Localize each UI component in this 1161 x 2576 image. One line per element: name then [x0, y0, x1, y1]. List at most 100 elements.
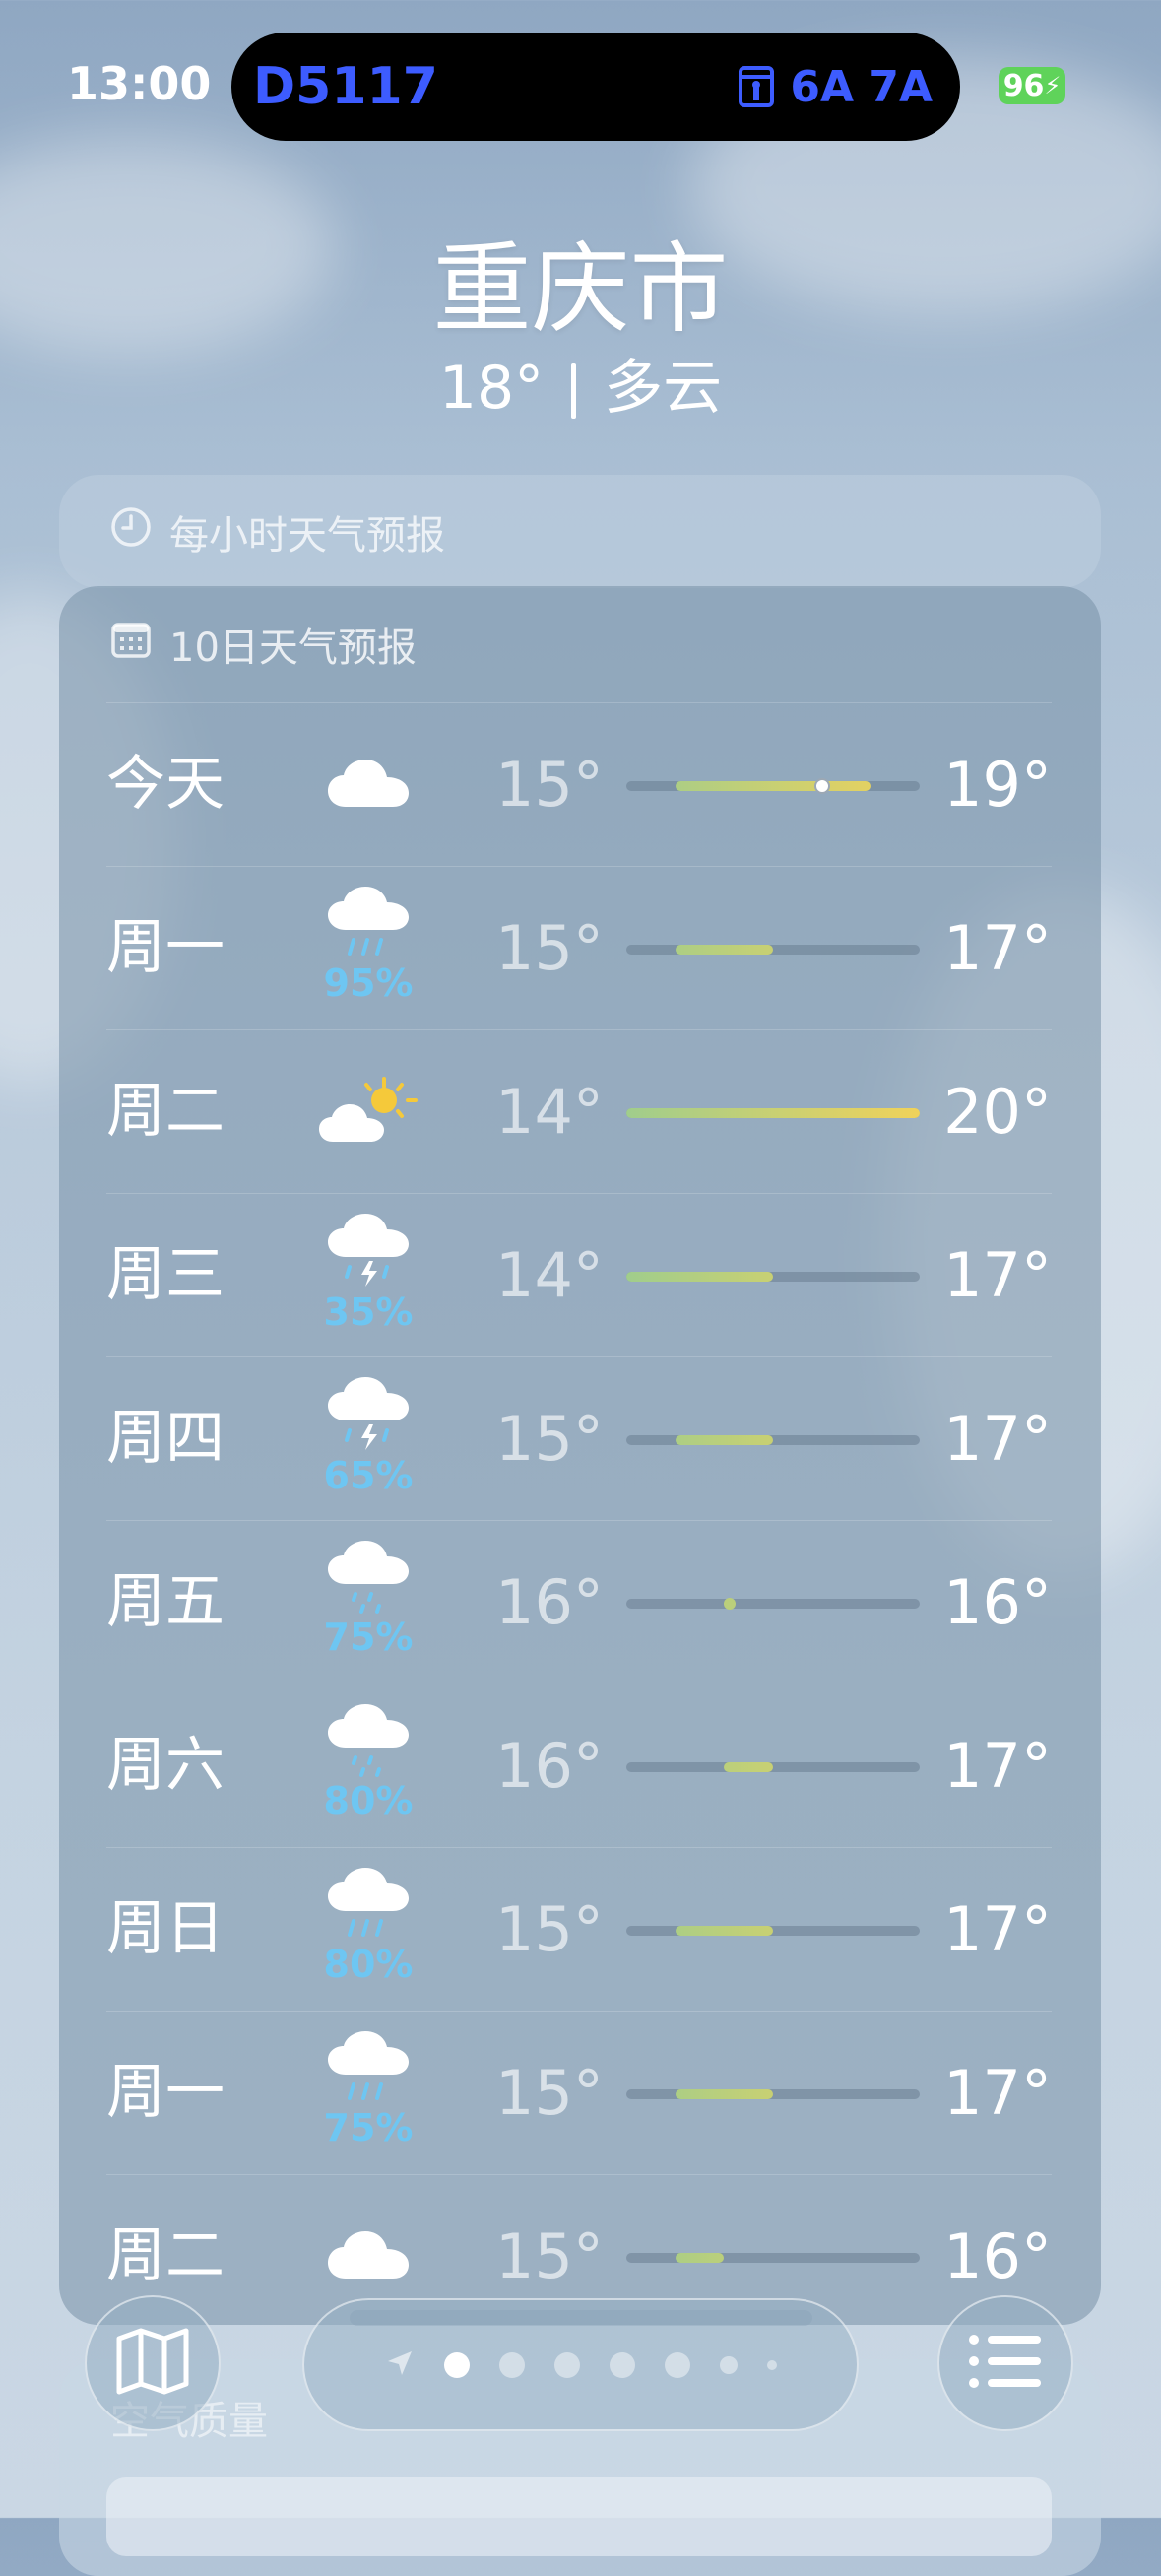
hourly-forecast-card[interactable]: 每小时天气预报: [59, 475, 1101, 588]
forecast-row[interactable]: 周五 75% 16° 16°: [106, 1520, 1052, 1684]
forecast-row[interactable]: 周四 65% 15° 17°: [106, 1356, 1052, 1520]
temp-range-fill: [675, 1435, 773, 1445]
low-temp: 15°: [495, 1403, 604, 1475]
forecast-row[interactable]: 周日 80% 15° 17°: [106, 1847, 1052, 2011]
temp-range-fill: [626, 1108, 920, 1118]
forecast-row[interactable]: 周一 75% 15° 17°: [106, 2011, 1052, 2174]
rain-icon: [326, 2029, 411, 2110]
forecast-row[interactable]: 周六 80% 16° 17°: [106, 1684, 1052, 1847]
precip-probability: 35%: [323, 1290, 414, 1334]
ten-day-label: 10日天气预报: [169, 626, 417, 671]
temp-range-fill: [675, 2089, 773, 2099]
high-temp: 17°: [943, 1403, 1052, 1475]
cloud-icon: [326, 756, 411, 815]
cloud-icon: [326, 2227, 411, 2286]
temp-range-bar: [626, 1598, 920, 1610]
clock-icon: [110, 506, 152, 558]
forecast-row[interactable]: 今天 15° 19°: [106, 702, 1052, 866]
precip-probability: 75%: [323, 2106, 414, 2149]
forecast-day: 周一: [106, 2058, 225, 2127]
high-temp: 20°: [943, 1076, 1052, 1148]
page-dot-2[interactable]: [498, 2351, 525, 2378]
temp-range-bar: [626, 778, 920, 794]
low-temp: 15°: [495, 2057, 604, 2129]
precip-probability: 80%: [323, 1779, 414, 1822]
precip-probability: 75%: [323, 1616, 414, 1659]
low-temp: 14°: [495, 1239, 604, 1311]
thunderstorm-icon: [326, 1375, 411, 1458]
temp-range-bar: [626, 2089, 920, 2099]
ten-day-forecast-card[interactable]: 10日天气预报 今天 15° 19° 周一 95% 15° 17° 周二 14° 20° 周三 35%…: [59, 586, 1101, 2325]
temp-range-fill: [675, 781, 871, 791]
low-temp: 16°: [495, 1730, 604, 1802]
high-temp: 17°: [943, 912, 1052, 984]
precip-probability: 95%: [323, 961, 414, 1005]
forecast-row[interactable]: 周三 35% 14° 17°: [106, 1193, 1052, 1356]
forecast-day: 周三: [106, 1240, 225, 1309]
battery-indicator: 96 ⚡: [999, 67, 1065, 104]
page-dot-3[interactable]: [553, 2351, 580, 2378]
city-name: 重庆市: [432, 231, 729, 347]
low-temp: 15°: [495, 912, 604, 984]
page-dot-6[interactable]: [719, 2355, 738, 2374]
forecast-row[interactable]: 周一 95% 15° 17°: [106, 866, 1052, 1029]
temp-range-fill: [626, 1272, 773, 1282]
partly-sunny-icon: [319, 1075, 418, 1150]
map-button[interactable]: [85, 2295, 221, 2431]
high-temp: 17°: [943, 1893, 1052, 1965]
temp-range-fill: [724, 1598, 737, 1610]
island-gate: 6A 7A: [790, 61, 933, 112]
temp-range-bar: [626, 1272, 920, 1282]
temp-range-bar: [626, 1762, 920, 1772]
current-temp-marker: [813, 778, 830, 794]
air-quality-map: [106, 2477, 1052, 2556]
temp-range-fill: [675, 2253, 725, 2263]
location-arrow-icon[interactable]: [385, 2348, 415, 2382]
temp-range-fill: [675, 1926, 773, 1936]
precip-probability: 80%: [323, 1943, 414, 1986]
map-icon: [115, 2327, 190, 2400]
forecast-day: 周五: [106, 1567, 225, 1636]
temp-range-fill: [675, 945, 773, 955]
page-dot-4[interactable]: [609, 2351, 635, 2378]
city-list-button[interactable]: [937, 2295, 1073, 2431]
low-temp: 16°: [495, 1566, 604, 1638]
status-time: 13:00: [67, 57, 212, 110]
temp-range-fill: [724, 1762, 773, 1772]
drizzle-icon: [326, 1702, 411, 1783]
temp-range-bar: [626, 1926, 920, 1936]
dynamic-island[interactable]: D5117 6A 7A: [231, 33, 960, 141]
high-temp: 19°: [943, 749, 1052, 821]
low-temp: 15°: [495, 749, 604, 821]
temp-range-bar: [626, 2253, 920, 2263]
forecast-day: 周六: [106, 1731, 225, 1800]
temp-range-bar: [626, 1108, 920, 1118]
forecast-row[interactable]: 周二 14° 20°: [106, 1029, 1052, 1193]
forecast-day: 周一: [106, 913, 225, 982]
rain-icon: [326, 885, 411, 965]
high-temp: 16°: [943, 1566, 1052, 1638]
thunderstorm-icon: [326, 1212, 411, 1294]
high-temp: 17°: [943, 2057, 1052, 2129]
page-dot-5[interactable]: [664, 2351, 690, 2378]
temp-range-bar: [626, 945, 920, 955]
forecast-day: 周四: [106, 1404, 225, 1473]
forecast-day: 今天: [106, 750, 225, 819]
island-train-number: D5117: [253, 57, 438, 116]
page-dot-1[interactable]: [443, 2351, 470, 2378]
list-icon: [968, 2334, 1043, 2393]
current-condition: 多云: [604, 354, 723, 423]
location-pager[interactable]: [302, 2298, 859, 2431]
calendar-icon: [110, 620, 152, 669]
drizzle-icon: [326, 1539, 411, 1619]
page-dot-7[interactable]: [766, 2359, 777, 2370]
train-icon: [737, 65, 776, 108]
forecast-day: 周二: [106, 1077, 225, 1146]
high-temp: 17°: [943, 1730, 1052, 1802]
high-temp: 17°: [943, 1239, 1052, 1311]
temp-range-bar: [626, 1435, 920, 1445]
divider: [571, 363, 577, 420]
hourly-forecast-label: 每小时天气预报: [169, 512, 445, 559]
low-temp: 14°: [495, 1076, 604, 1148]
current-temp: 18°: [438, 354, 545, 423]
